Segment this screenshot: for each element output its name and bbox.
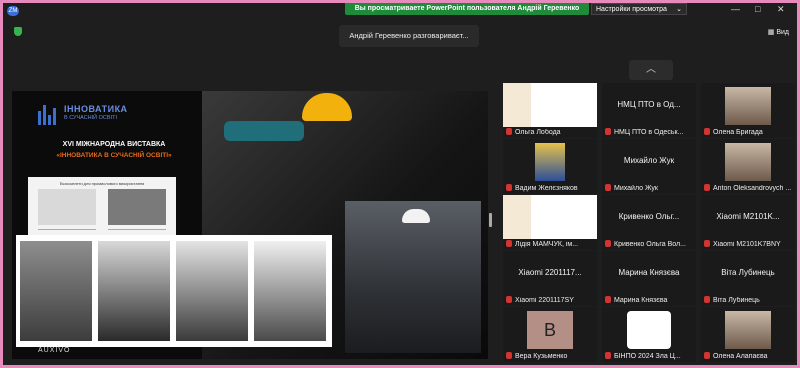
- participant-tile[interactable]: Марина Князєва Марина Князєва: [602, 251, 696, 306]
- participant-name: Лідія МАМЧУК, ім...: [515, 241, 579, 248]
- participant-display-name: Віта Лубинець: [721, 268, 775, 277]
- participant-name: Кривенко Ольга Вол...: [614, 241, 686, 248]
- muted-mic-icon: [704, 128, 710, 135]
- participant-video: [725, 87, 771, 125]
- participant-display-name: Xiaomi M2101K...: [716, 212, 780, 221]
- view-button[interactable]: ▦ Вид: [768, 28, 789, 36]
- participant-tile[interactable]: B Вера Кузьменко: [503, 307, 597, 362]
- participant-name: Ольга Лобода: [515, 129, 561, 136]
- muted-mic-icon: [704, 352, 710, 359]
- view-button-label: Вид: [776, 29, 789, 36]
- participant-display-name: НМЦ ПТО в Од...: [617, 100, 681, 109]
- participant-name: Вера Кузьменко: [515, 353, 568, 360]
- participant-display-name: Михайло Жук: [623, 156, 675, 165]
- share-banner: Вы просматриваете PowerPoint пользовател…: [345, 3, 589, 15]
- participant-name: НМЦ ПТО в Одеськ...: [614, 129, 684, 136]
- zoom-window: ZM Вы просматриваете PowerPoint пользова…: [0, 0, 800, 368]
- muted-mic-icon: [506, 240, 512, 247]
- exoskeleton-photo: [20, 241, 92, 341]
- zoom-logo-icon: ZM: [7, 6, 19, 16]
- exoskeleton-photo: [98, 241, 170, 341]
- participant-display-name: Марина Князєва: [618, 268, 680, 277]
- participant-name: Xiaomi M2101K7BNY: [713, 241, 781, 248]
- participant-tile[interactable]: БІНПО 2024 Зла Ц...: [602, 307, 696, 362]
- innovatyka-logo-icon: [38, 105, 60, 125]
- exoskeleton-photo: [176, 241, 248, 341]
- participant-tile[interactable]: Вадим Желєзняков: [503, 139, 597, 194]
- chevron-up-icon: ︿: [646, 64, 656, 75]
- participant-display-name: Кривенко Ольг...: [618, 212, 680, 221]
- brochure-product-photo: [108, 189, 166, 225]
- muted-mic-icon: [605, 184, 611, 191]
- exhibition-title: XVI МІЖНАРОДНА ВИСТАВКА: [62, 141, 166, 148]
- security-shield-icon[interactable]: [14, 27, 22, 36]
- muted-mic-icon: [704, 240, 710, 247]
- muted-mic-icon: [506, 128, 512, 135]
- participant-logo: [503, 195, 597, 239]
- shared-slide: ІННОВАТИКА В СУЧАСНІЙ ОСВІТІ XVI МІЖНАРО…: [12, 91, 488, 359]
- participant-logo: [627, 311, 671, 349]
- minimize-button[interactable]: —: [731, 3, 740, 15]
- participant-tile[interactable]: Олена Алапаєва: [701, 307, 795, 362]
- participant-logo: [503, 83, 597, 127]
- exoskeleton-photo-strip: [16, 235, 332, 347]
- participant-avatar: B: [527, 311, 573, 349]
- muted-mic-icon: [506, 184, 512, 191]
- drill-graphic: [224, 121, 304, 141]
- worker-exoskeleton-photo: [345, 201, 481, 353]
- participant-tile[interactable]: Олена Бригада: [701, 83, 795, 138]
- muted-mic-icon: [704, 296, 710, 303]
- participant-display-name: Xiaomi 2201117...: [518, 268, 582, 277]
- participant-tile[interactable]: Михайло Жук Михайло Жук: [602, 139, 696, 194]
- participant-name: Вадим Желєзняков: [515, 185, 578, 192]
- close-button[interactable]: ✕: [777, 3, 785, 15]
- participant-name: Xiaomi 2201117SY: [515, 297, 574, 304]
- slide-logo-title: ІННОВАТИКА: [64, 104, 128, 114]
- participant-video: [725, 311, 771, 349]
- muted-mic-icon: [605, 352, 611, 359]
- muted-mic-icon: [605, 128, 611, 135]
- participant-tile[interactable]: Лідія МАМЧУК, ім...: [503, 195, 597, 250]
- brochure-product-photo: [38, 189, 96, 225]
- muted-mic-icon: [605, 240, 611, 247]
- muted-mic-icon: [605, 296, 611, 303]
- panel-resize-handle[interactable]: [489, 213, 492, 227]
- muted-mic-icon: [506, 296, 512, 303]
- participant-gallery: Ольга Лобода НМЦ ПТО в Од... НМЦ ПТО в Оде…: [503, 83, 797, 365]
- participant-name: Віта Лубинець: [713, 297, 760, 304]
- view-options-label: Настройки просмотра: [596, 6, 667, 13]
- muted-mic-icon: [704, 184, 710, 191]
- participant-tile[interactable]: Кривенко Ольг... Кривенко Ольга Вол...: [602, 195, 696, 250]
- participant-tile[interactable]: Xiaomi 2201117... Xiaomi 2201117SY: [503, 251, 597, 306]
- participant-name: Anton Oleksandrovych ...: [713, 185, 792, 192]
- participant-name: БІНПО 2024 Зла Ц...: [614, 353, 681, 360]
- participant-video: [725, 143, 771, 181]
- participant-name: Михайло Жук: [614, 185, 658, 192]
- participant-tile[interactable]: Xiaomi M2101K... Xiaomi M2101K7BNY: [701, 195, 795, 250]
- maximize-button[interactable]: □: [755, 3, 760, 15]
- slide-logo-subtitle: В СУЧАСНІЙ ОСВІТІ: [64, 115, 117, 121]
- participant-name: Олена Алапаєва: [713, 353, 768, 360]
- title-bar: ZM Вы просматриваете PowerPoint пользова…: [3, 3, 797, 17]
- speaking-indicator: Андрій Геревенко разговариваєт...: [339, 25, 479, 47]
- hard-hat-graphic: [402, 209, 430, 223]
- participant-tile[interactable]: Anton Oleksandrovych ...: [701, 139, 795, 194]
- participant-logo: [535, 143, 565, 181]
- exoskeleton-photo: [254, 241, 326, 341]
- participant-tile[interactable]: Віта Лубинець Віта Лубинець: [701, 251, 795, 306]
- participant-tile[interactable]: Ольга Лобода: [503, 83, 597, 138]
- muted-mic-icon: [506, 352, 512, 359]
- chevron-down-icon: ⌄: [676, 6, 682, 13]
- participant-name: Марина Князєва: [614, 297, 668, 304]
- exhibition-name: «ІННОВАТИКА В СУЧАСНІЙ ОСВІТІ»: [56, 152, 172, 159]
- gallery-scroll-up-button[interactable]: ︿: [629, 60, 673, 80]
- brochure-heading: Екзоскелети для промислового використанн…: [59, 181, 145, 186]
- view-options-dropdown[interactable]: Настройки просмотра ⌄: [591, 3, 687, 15]
- participant-name: Олена Бригада: [713, 129, 763, 136]
- brand-label: AUXIVO: [38, 347, 71, 354]
- participant-tile[interactable]: НМЦ ПТО в Од... НМЦ ПТО в Одеськ...: [602, 83, 696, 138]
